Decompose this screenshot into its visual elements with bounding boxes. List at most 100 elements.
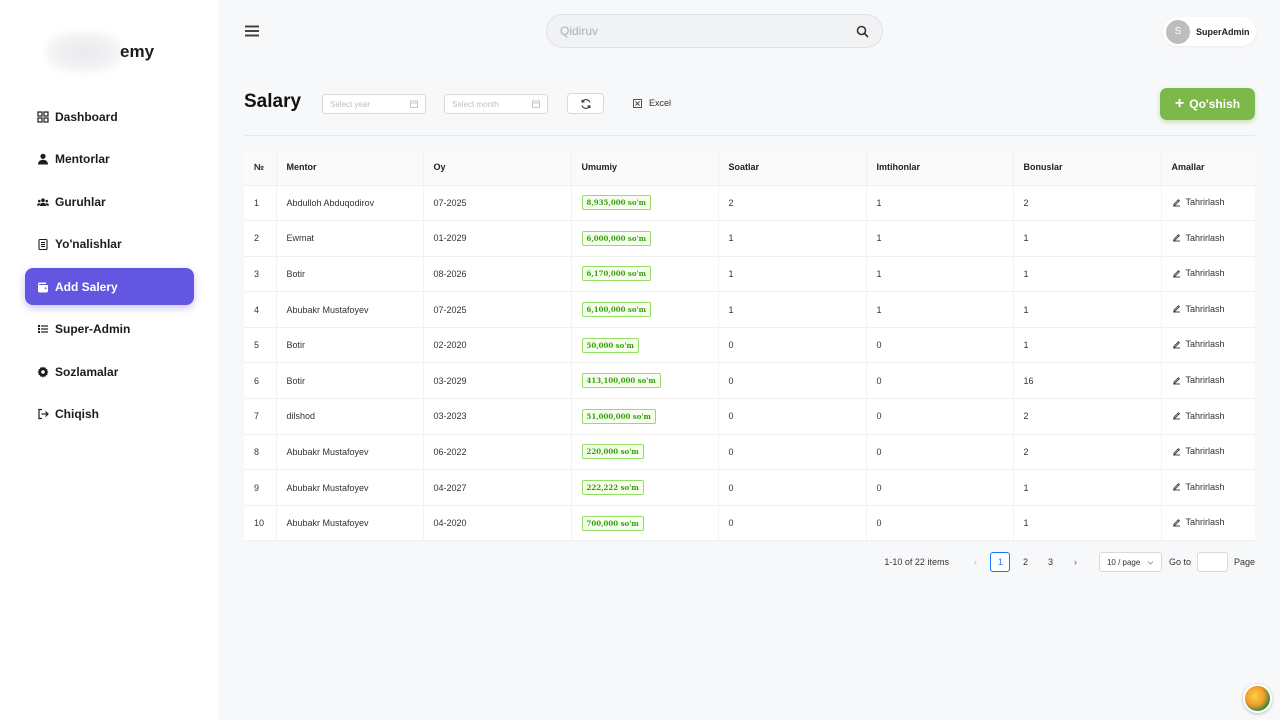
list-icon (37, 323, 49, 335)
user-name: SuperAdmin (1196, 26, 1250, 37)
table-row: 5 Botir 02-2020 50,000 so'm 0 0 1 Tahrir… (244, 327, 1255, 364)
avatar: S (1166, 19, 1190, 44)
logo-text: emy (120, 42, 155, 61)
edit-button[interactable]: Tahrirlash (1172, 233, 1225, 243)
cell-bonuses: 2 (1013, 398, 1162, 435)
month-picker[interactable]: Select month (444, 94, 548, 114)
plus-icon: + (1174, 95, 1185, 112)
cell-mentor: Abubakr Mustafoyev (276, 434, 424, 471)
edit-button[interactable]: Tahrirlash (1172, 304, 1225, 314)
group-icon (37, 196, 49, 208)
edit-label: Tahrirlash (1185, 268, 1225, 279)
cell-hours: 1 (718, 256, 867, 293)
search-input[interactable] (560, 24, 856, 38)
year-picker-placeholder: Select year (330, 99, 371, 109)
year-picker[interactable]: Select year (322, 94, 426, 114)
amount-tag: 6,170,000 so'm (581, 266, 652, 282)
edit-button[interactable]: Tahrirlash (1172, 446, 1225, 456)
page-label: Page (1233, 557, 1255, 567)
cell-index: 1 (244, 185, 277, 222)
sidebar-item-add-salery[interactable]: Add Salery (25, 268, 194, 305)
topbar: S SuperAdmin (219, 0, 1280, 62)
sidebar-item-sozlamalar[interactable]: Sozlamalar (25, 353, 194, 390)
floating-app-icon[interactable] (1243, 684, 1272, 713)
sidebar-item-guruhlar[interactable]: Guruhlar (25, 183, 194, 220)
add-button-label: Qo'shish (1189, 97, 1241, 111)
search-bar (546, 14, 883, 48)
next-page-button[interactable]: › (1065, 552, 1085, 572)
cell-mentor: Abubakr Mustafoyev (276, 291, 424, 328)
amount-tag: 700,000 so'm (581, 515, 644, 531)
user-menu[interactable]: S SuperAdmin (1163, 17, 1256, 46)
prev-page-button[interactable]: ‹ (965, 552, 985, 572)
page-button-3[interactable]: 3 (1040, 552, 1060, 572)
cell-month: 04-2020 (423, 505, 572, 542)
column-header: Mentor (276, 150, 424, 186)
cell-exams: 0 (866, 398, 1014, 435)
edit-label: Tahrirlash (1185, 339, 1225, 350)
cell-month: 03-2029 (423, 362, 572, 400)
table-row: 7 dilshod 03-2023 51,000,000 so'm 0 0 2 … (244, 398, 1255, 435)
cell-index: 6 (244, 362, 277, 400)
edit-button[interactable]: Tahrirlash (1172, 375, 1225, 385)
cell-exams: 0 (866, 469, 1014, 506)
table-row: 6 Botir 03-2029 413,100,000 so'm 0 0 16 … (244, 362, 1255, 400)
column-header: Oy (423, 150, 572, 186)
edit-button[interactable]: Tahrirlash (1172, 339, 1225, 349)
edit-button[interactable]: Tahrirlash (1172, 411, 1225, 421)
cell-hours: 0 (718, 398, 867, 435)
sidebar-item-mentorlar[interactable]: Mentorlar (25, 141, 194, 178)
cell-index: 3 (244, 256, 277, 293)
calendar-icon (532, 100, 540, 108)
amount-tag: 50,000 so'm (581, 337, 639, 353)
page-button-1[interactable]: 1 (990, 552, 1011, 572)
cell-month: 07-2025 (423, 291, 572, 328)
cell-index: 10 (244, 505, 277, 542)
page-size-select[interactable]: 10 / page (1098, 552, 1162, 572)
sidebar-item-label: Dashboard (55, 109, 118, 124)
sidebar-item-label: Add Salery (55, 279, 118, 294)
cell-mentor: Botir (276, 362, 424, 400)
column-header: Umumiy (571, 150, 719, 186)
column-header: Amallar (1161, 150, 1255, 186)
excel-button[interactable]: Excel (633, 98, 671, 108)
cell-bonuses: 16 (1013, 362, 1162, 400)
sidebar-item-dashboard[interactable]: Dashboard (25, 98, 194, 135)
cell-mentor: Abdulloh Abduqodirov (276, 185, 424, 222)
cell-bonuses: 1 (1013, 469, 1162, 506)
goto-page-input[interactable] (1196, 552, 1228, 572)
hamburger-icon[interactable] (245, 24, 259, 38)
edit-button[interactable]: Tahrirlash (1172, 482, 1225, 492)
sidebar-item-label: Guruhlar (55, 194, 106, 209)
sidebar-item-super-admin[interactable]: Super-Admin (25, 311, 194, 348)
edit-label: Tahrirlash (1185, 517, 1225, 528)
sidebar-item-yonalishlar[interactable]: Yo'nalishlar (25, 226, 194, 263)
refresh-button[interactable] (567, 93, 604, 114)
cell-hours: 0 (718, 434, 867, 471)
cell-index: 4 (244, 291, 277, 328)
cell-index: 5 (244, 327, 277, 364)
edit-button[interactable]: Tahrirlash (1172, 268, 1225, 278)
cell-index: 9 (244, 469, 277, 506)
logo[interactable]: emy (44, 30, 184, 74)
sidebar-item-chiqish[interactable]: Chiqish (25, 396, 194, 433)
table-row: 1 Abdulloh Abduqodirov 07-2025 8,935,000… (244, 185, 1255, 222)
cell-index: 2 (244, 220, 277, 257)
cell-exams: 0 (866, 434, 1014, 471)
search-icon[interactable] (856, 25, 869, 38)
table-row: 4 Abubakr Mustafoyev 07-2025 6,100,000 s… (244, 291, 1255, 328)
column-header: Bonuslar (1013, 150, 1162, 186)
cell-month: 08-2026 (423, 256, 572, 293)
cell-bonuses: 1 (1013, 505, 1162, 542)
edit-button[interactable]: Tahrirlash (1172, 197, 1225, 207)
add-button[interactable]: + Qo'shish (1160, 88, 1255, 120)
edit-label: Tahrirlash (1185, 446, 1225, 457)
table-row: 9 Abubakr Mustafoyev 04-2027 222,222 so'… (244, 469, 1255, 506)
cell-hours: 0 (718, 362, 867, 400)
cell-bonuses: 2 (1013, 185, 1162, 222)
table-row: 3 Botir 08-2026 6,170,000 so'm 1 1 1 Tah… (244, 256, 1255, 293)
pagination-total: 1-10 of 22 items (884, 557, 949, 567)
page-size-value: 10 / page (1106, 557, 1141, 567)
page-button-2[interactable]: 2 (1015, 552, 1035, 572)
edit-button[interactable]: Tahrirlash (1172, 517, 1225, 527)
